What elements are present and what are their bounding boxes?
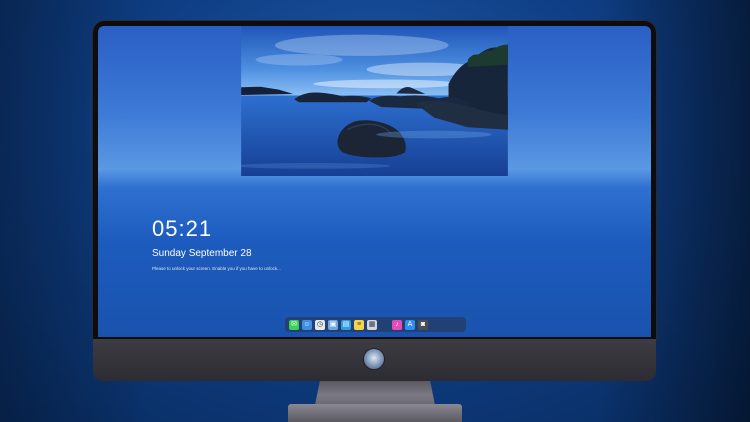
monitor-chin [93,339,656,381]
unlock-hint: Please to unlock your screen. Enable you… [152,266,281,271]
preview-icon[interactable]: ▣ [328,319,338,330]
notes-icon[interactable]: ≡ [354,319,364,330]
monitor-bezel: 05:21 Sunday September 28 Please to unlo… [93,21,656,339]
appstore-icon[interactable]: A [405,319,415,330]
lock-screen-info: 05:21 Sunday September 28 Please to unlo… [152,216,281,271]
camera-icon[interactable]: ◙ [418,319,428,330]
clock-icon[interactable]: ◷ [315,319,325,330]
monitor-stand-neck [315,381,435,405]
wallpaper [236,26,508,176]
brand-logo-icon [364,349,384,369]
dock: ✉ ☺ ◷ ▣ ▤ ≡ ▦ ♪ A ◙ [285,317,466,332]
files-icon[interactable]: ▤ [341,319,351,330]
finder-icon[interactable]: ☺ [302,319,312,330]
monitor-stand-base [288,404,462,422]
messages-icon[interactable]: ✉ [289,319,299,330]
desktop-screen[interactable]: 05:21 Sunday September 28 Please to unlo… [98,26,651,337]
photos-icon[interactable]: ▦ [367,319,377,330]
clock-time: 05:21 [152,216,213,241]
monitor: 05:21 Sunday September 28 Please to unlo… [93,21,656,381]
clock-date: Sunday September 28 [152,248,252,259]
music-icon[interactable]: ♪ [392,319,402,330]
